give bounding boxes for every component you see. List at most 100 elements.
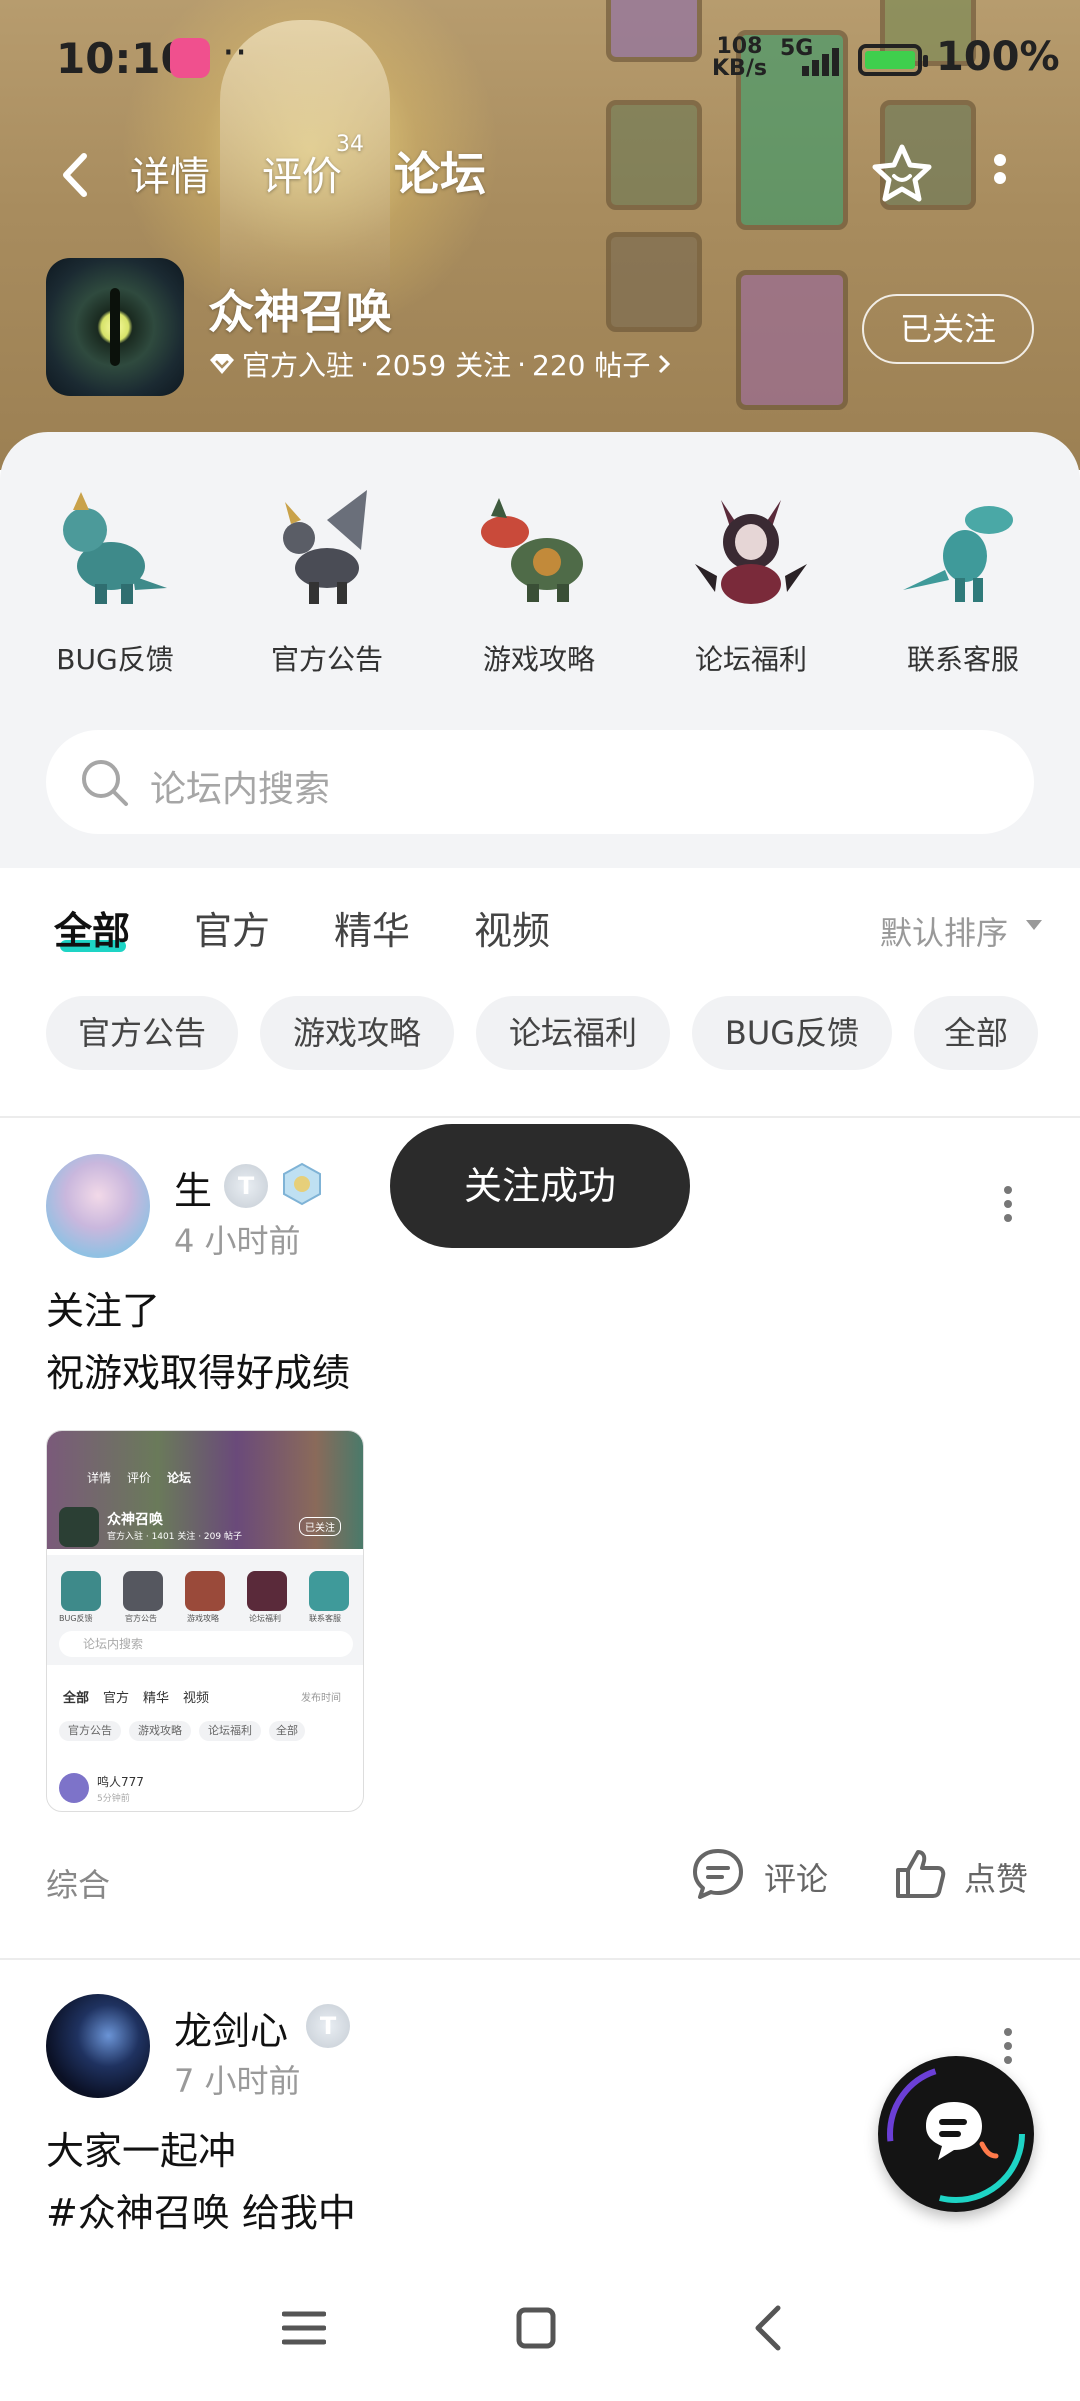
filter-tab-featured[interactable]: 精华	[334, 900, 410, 955]
post-text-line: 关注了	[46, 1289, 161, 1333]
avatar[interactable]	[46, 1154, 150, 1258]
search-placeholder: 论坛内搜索	[150, 769, 331, 810]
category-game-guide[interactable]: 游戏攻略	[444, 480, 634, 678]
thumb-game-meta: 官方入驻 · 1401 关注 · 209 帖子	[107, 1532, 242, 1542]
section-divider	[0, 1116, 1080, 1118]
sort-caret-icon	[1026, 920, 1042, 930]
chevron-right-icon	[659, 354, 671, 374]
thumb-filter-tab: 精华	[143, 1691, 170, 1706]
like-button[interactable]: 点赞	[964, 1854, 1028, 1900]
game-icon[interactable]	[46, 258, 184, 396]
tab-review-label: 评价	[262, 154, 342, 200]
thumb-chip: 游戏攻略	[129, 1721, 191, 1741]
post-more-icon[interactable]	[998, 1180, 1018, 1232]
favorite-star-icon[interactable]	[870, 142, 934, 206]
filter-tab-all[interactable]: 全部	[54, 900, 130, 955]
filter-tab-video[interactable]: 视频	[474, 900, 550, 955]
follow-success-toast: 关注成功	[390, 1124, 690, 1248]
thumb-mascot	[309, 1571, 349, 1611]
thumb-chip: 官方公告	[59, 1721, 121, 1741]
chip-forum-welfare[interactable]: 论坛福利	[476, 996, 670, 1070]
tab-detail[interactable]: 详情	[130, 144, 210, 202]
thumb-mascot	[61, 1571, 101, 1611]
game-title: 众神召唤	[208, 285, 392, 339]
raptor-mascot-icon	[903, 506, 1013, 602]
more-options-icon[interactable]	[990, 148, 1010, 204]
battery-icon	[858, 44, 928, 76]
thumb-mascot	[123, 1571, 163, 1611]
thumb-time: 5分钟前	[97, 1794, 130, 1804]
thumb-mascot	[185, 1571, 225, 1611]
thumb-username: 鸣人777	[97, 1775, 144, 1789]
demon-mascot-icon	[695, 500, 807, 604]
sort-dropdown[interactable]: 默认排序	[880, 908, 1008, 954]
post-category[interactable]: 综合	[46, 1860, 110, 1906]
official-diamond-icon	[210, 354, 234, 374]
category-customer-service[interactable]: 联系客服	[868, 480, 1058, 678]
chip-bug-report[interactable]: BUG反馈	[692, 996, 892, 1070]
official-label: 官方入驻	[242, 349, 355, 382]
recent-apps-icon[interactable]	[282, 2308, 326, 2348]
notification-app-icon	[170, 38, 210, 78]
category-bug-report[interactable]: BUG反馈	[20, 480, 210, 678]
turtle-dragon-icon	[481, 498, 583, 602]
category-label: BUG反馈	[56, 643, 174, 676]
thumb-category-label: 游戏攻略	[187, 1614, 219, 1623]
thumb-game-icon	[59, 1507, 99, 1547]
level-badge-icon: T	[306, 2004, 350, 2048]
level-badge-icon: T	[224, 1164, 268, 1208]
thumb-game-name: 众神召唤	[107, 1512, 163, 1528]
battery-percent: 100%	[936, 34, 1060, 80]
thumb-chip: 全部	[269, 1721, 305, 1741]
chip-game-guide[interactable]: 游戏攻略	[260, 996, 454, 1070]
post-username[interactable]: 龙剑心	[174, 2000, 288, 2055]
post-count: 220 帖子	[532, 349, 651, 382]
category-label: 论坛福利	[694, 643, 807, 676]
avatar[interactable]	[46, 1994, 150, 2098]
system-back-icon[interactable]	[752, 2304, 784, 2352]
thumb-category-label: BUG反馈	[59, 1614, 93, 1623]
chat-fab[interactable]	[878, 2056, 1034, 2212]
category-label: 官方公告	[270, 643, 383, 676]
category-label: 联系客服	[906, 643, 1019, 676]
thumb-follow-button: 已关注	[299, 1517, 341, 1536]
game-meta[interactable]: 官方入驻 · 2059 关注 · 220 帖子	[208, 344, 672, 384]
banner-item-tile	[606, 232, 702, 332]
comment-button[interactable]: 评论	[764, 1854, 828, 1900]
thumb-filter-tab: 视频	[183, 1691, 210, 1706]
dragon-mascot-icon	[63, 492, 167, 604]
network-speed: 108 KB/s	[712, 34, 767, 81]
thumb-avatar	[59, 1773, 89, 1803]
chip-official-notice[interactable]: 官方公告	[46, 996, 238, 1070]
chip-all[interactable]: 全部	[914, 996, 1038, 1070]
thumb-tab: 论坛	[167, 1471, 192, 1485]
hexagon-badge-icon	[283, 1162, 321, 1206]
post-time: 4 小时前	[174, 1222, 301, 1260]
filter-tab-official[interactable]: 官方	[194, 900, 270, 955]
home-icon[interactable]	[516, 2306, 556, 2350]
thumbs-up-icon[interactable]	[892, 1846, 948, 1902]
post-image[interactable]: 详情 评价 论坛 众神召唤 官方入驻 · 1401 关注 · 209 帖子 已关…	[46, 1430, 364, 1812]
status-bar: 10:10 ·· 108 KB/s 5G 100%	[0, 0, 1080, 110]
post-text-line: #众神召唤 给我中	[46, 2191, 356, 2235]
post-text-line: 大家一起冲	[46, 2129, 237, 2173]
signal-icon	[790, 46, 844, 76]
category-label: 游戏攻略	[482, 643, 595, 676]
thumb-filter-tab: 全部	[63, 1691, 90, 1706]
chat-bubble-icon	[887, 2065, 1025, 2203]
forum-search-input[interactable]: 论坛内搜索	[46, 730, 1034, 834]
comment-icon[interactable]	[690, 1846, 746, 1902]
thumb-mascot	[247, 1571, 287, 1611]
tab-forum[interactable]: 论坛	[394, 138, 486, 204]
thumb-chip: 论坛福利	[199, 1721, 261, 1741]
follower-count: 2059 关注	[374, 349, 512, 382]
category-forum-welfare[interactable]: 论坛福利	[656, 480, 846, 678]
category-official-notice[interactable]: 官方公告	[232, 480, 422, 678]
post-username[interactable]: 生	[174, 1160, 212, 1215]
review-count: 34	[336, 132, 364, 157]
follow-button[interactable]: 已关注	[862, 294, 1034, 364]
thumb-search: 论坛内搜索	[59, 1631, 353, 1657]
back-icon[interactable]	[56, 150, 96, 200]
tab-review[interactable]: 评价 34	[262, 132, 364, 202]
thumb-sort: 发布时间	[301, 1693, 341, 1704]
